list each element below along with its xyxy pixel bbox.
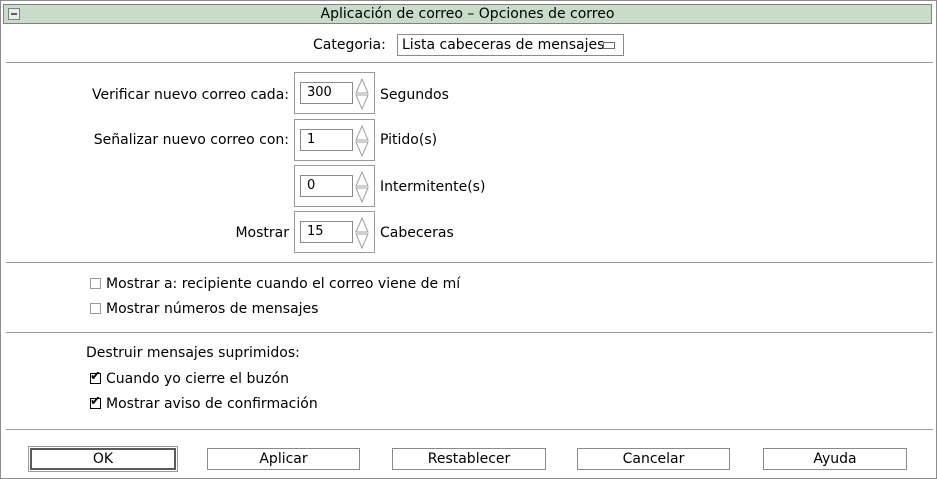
title-bar[interactable]: Aplicación de correo – Opciones de corre… xyxy=(3,4,932,24)
destroy-heading: Destruir mensajes suprimidos: xyxy=(86,345,300,361)
show-confirmation-checkbox[interactable]: ✔ xyxy=(90,394,101,409)
headers-input[interactable]: 15 xyxy=(300,221,353,243)
when-close-mailbox-label[interactable]: Cuando yo cierre el buzón xyxy=(106,370,289,388)
show-message-numbers-label[interactable]: Mostrar números de mensajes xyxy=(106,300,318,318)
check-interval-input[interactable]: 300 xyxy=(300,82,353,104)
category-dropdown[interactable]: Lista cabeceras de mensajes xyxy=(397,34,624,56)
category-label: Categoria: xyxy=(313,37,386,53)
ok-button[interactable]: OK xyxy=(28,446,178,472)
separator xyxy=(6,262,933,264)
show-confirmation-label[interactable]: Mostrar aviso de confirmación xyxy=(106,395,318,413)
separator xyxy=(6,62,933,64)
mail-options-dialog: Aplicación de correo – Opciones de corre… xyxy=(0,0,937,479)
reset-button[interactable]: Restablecer xyxy=(392,448,546,470)
check-interval-unit: Segundos xyxy=(380,87,449,103)
apply-button[interactable]: Aplicar xyxy=(207,448,360,470)
decrement-arrow-icon[interactable] xyxy=(355,233,369,249)
increment-arrow-icon[interactable] xyxy=(355,78,369,94)
show-recipient-checkbox[interactable] xyxy=(90,278,101,289)
flashes-spinbox: 0 xyxy=(294,165,375,207)
category-value: Lista cabeceras de mensajes xyxy=(402,37,605,53)
beeps-spinbox: 1 xyxy=(294,119,375,161)
increment-arrow-icon[interactable] xyxy=(355,171,369,187)
window-title: Aplicación de correo – Opciones de corre… xyxy=(320,6,615,22)
beeps-input[interactable]: 1 xyxy=(300,129,353,151)
increment-arrow-icon[interactable] xyxy=(355,125,369,141)
help-button[interactable]: Ayuda xyxy=(763,448,907,470)
show-recipient-label[interactable]: Mostrar a: recipiente cuando el correo v… xyxy=(106,275,460,293)
separator xyxy=(6,332,933,334)
flashes-unit: Intermitente(s) xyxy=(380,179,486,195)
signal-label: Señalizar nuevo correo con: xyxy=(93,132,289,148)
check-interval-spinbox: 300 xyxy=(294,72,375,114)
decrement-arrow-icon[interactable] xyxy=(355,141,369,157)
show-message-numbers-checkbox[interactable] xyxy=(90,303,101,314)
decrement-arrow-icon[interactable] xyxy=(355,94,369,110)
checkmark-icon: ✔ xyxy=(90,369,101,384)
beeps-unit: Pitido(s) xyxy=(380,132,438,148)
dropdown-indicator-icon xyxy=(603,42,615,49)
cancel-button[interactable]: Cancelar xyxy=(577,448,730,470)
increment-arrow-icon[interactable] xyxy=(355,217,369,233)
when-close-mailbox-checkbox[interactable]: ✔ xyxy=(90,369,101,384)
decrement-arrow-icon[interactable] xyxy=(355,187,369,203)
show-headers-label: Mostrar xyxy=(235,225,289,241)
flashes-input[interactable]: 0 xyxy=(300,175,353,197)
checkmark-icon: ✔ xyxy=(90,394,101,409)
check-interval-label: Verificar nuevo correo cada: xyxy=(91,87,289,103)
headers-spinbox: 15 xyxy=(294,211,375,253)
headers-unit: Cabeceras xyxy=(380,225,454,241)
separator xyxy=(6,429,933,431)
